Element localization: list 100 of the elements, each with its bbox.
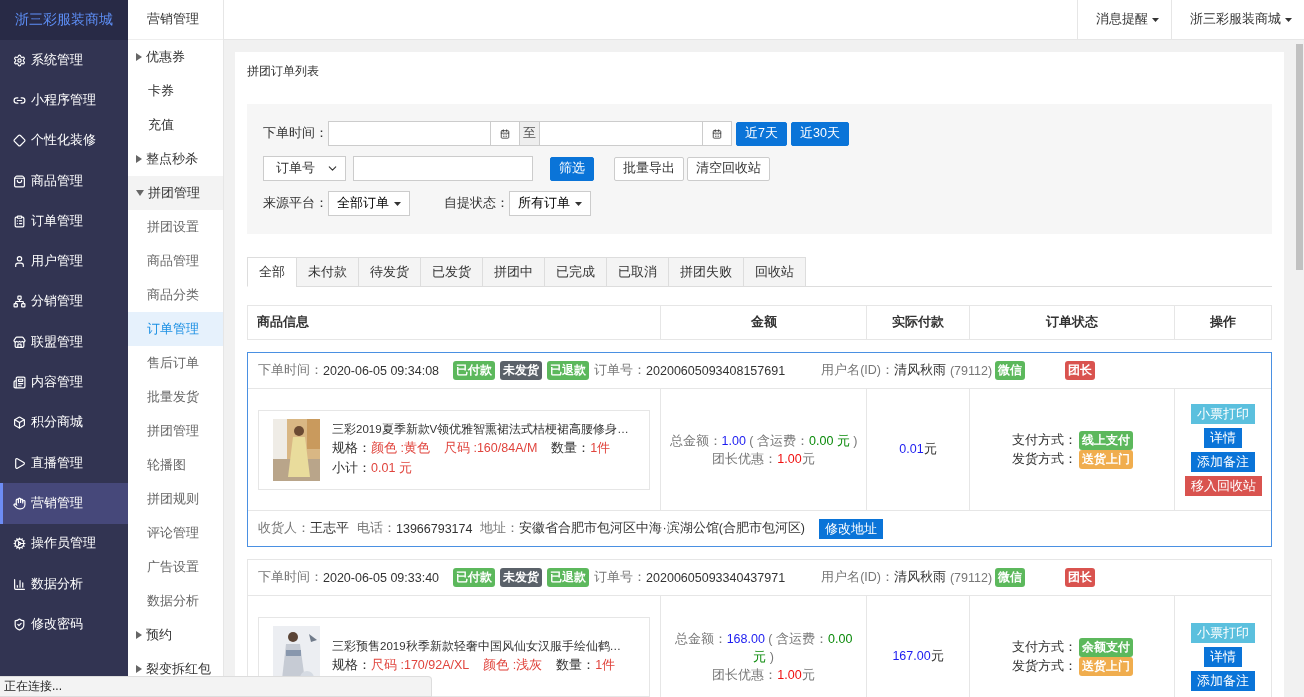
- store-icon: [13, 335, 26, 349]
- submenu-item[interactable]: 轮播图: [128, 448, 223, 482]
- submenu-item[interactable]: 拼团管理: [128, 414, 223, 448]
- submenu-item[interactable]: 商品分类: [128, 278, 223, 312]
- tab[interactable]: 拼团失败: [668, 257, 744, 287]
- amount-text: 总金额：1.00 ( 含运费：0.00 元 ) 团长优惠：1.00元: [668, 432, 859, 468]
- end-date-field[interactable]: [540, 121, 703, 146]
- page-title: 拼团订单列表: [247, 62, 320, 80]
- tab[interactable]: 未付款: [296, 257, 359, 287]
- clipboard-icon: [13, 214, 26, 228]
- submenu-item[interactable]: 商品管理: [128, 244, 223, 278]
- sidebar-item[interactable]: 数据分析: [0, 563, 128, 605]
- order-action-button[interactable]: 添加备注: [1191, 670, 1255, 691]
- tab[interactable]: 全部: [247, 257, 297, 287]
- payment-method-label: 支付方式：: [1011, 638, 1077, 656]
- spec-label: 规格：: [332, 440, 371, 457]
- order-number: 20200605093340437971: [646, 570, 786, 585]
- sidebar-item[interactable]: 分销管理: [0, 281, 128, 323]
- address-label: 地址：: [480, 520, 520, 537]
- order-action-button[interactable]: 移入回收站: [1184, 475, 1262, 496]
- edit-address-button[interactable]: 修改地址: [819, 518, 883, 539]
- sidebar-item[interactable]: 个性化装修: [0, 120, 128, 161]
- submenu-item[interactable]: 批量发货: [128, 380, 223, 414]
- quantity: 1件: [595, 657, 616, 674]
- play-icon: [13, 456, 26, 470]
- calendar-icon: [500, 128, 510, 139]
- sidebar-item[interactable]: 修改密码: [0, 604, 128, 645]
- product-title: 三彩预售2019秋季新款轻奢中国风仙女汉服手绘仙鹤…: [332, 639, 622, 654]
- submenu-item[interactable]: 拼团设置: [128, 210, 223, 244]
- shield-check-icon: [13, 617, 26, 631]
- order-time: 2020-06-05 09:34:08: [323, 363, 440, 378]
- sidebar-item[interactable]: 系统管理: [0, 40, 128, 81]
- submenu-group[interactable]: 优惠券: [128, 40, 223, 74]
- caret-down-icon: [394, 201, 401, 206]
- sidebar-item[interactable]: 小程序管理: [0, 80, 128, 121]
- filter-button[interactable]: 筛选: [550, 156, 594, 181]
- tab[interactable]: 已完成: [544, 257, 607, 287]
- username-label: 用户名(ID)：: [821, 362, 894, 379]
- calendar-button[interactable]: [703, 121, 732, 146]
- user-id: (79112): [949, 363, 993, 378]
- sidebar-item[interactable]: 积分商城: [0, 402, 128, 443]
- submenu-item[interactable]: 售后订单: [128, 346, 223, 380]
- order-action-button[interactable]: 添加备注: [1191, 451, 1255, 472]
- top-menu[interactable]: 消息提醒: [1077, 0, 1171, 39]
- tab[interactable]: 待发货: [358, 257, 421, 287]
- submenu-item[interactable]: 评论管理: [128, 516, 223, 550]
- top-menu[interactable]: 浙三彩服装商城: [1171, 0, 1304, 39]
- bag-icon: [13, 174, 26, 188]
- quick-range-button[interactable]: 近7天: [736, 121, 787, 146]
- user-badge: 微信: [995, 568, 1026, 587]
- sidebar-item[interactable]: 商品管理: [0, 160, 128, 202]
- order-action-button[interactable]: 详情: [1204, 646, 1242, 667]
- submenu-title: 营销管理: [128, 0, 223, 40]
- field-label: 下单时间：: [263, 125, 328, 142]
- sidebar-item[interactable]: 直播管理: [0, 442, 128, 484]
- sidebar-item[interactable]: 用户管理: [0, 241, 128, 282]
- sidebar-item[interactable]: 操作员管理: [0, 523, 128, 564]
- source-dropdown[interactable]: 全部订单: [328, 191, 410, 216]
- submenu-item[interactable]: 数据分析: [128, 584, 223, 618]
- submenu-item[interactable]: 卡券: [128, 74, 223, 108]
- sidebar-item[interactable]: 联盟管理: [0, 322, 128, 363]
- start-date-field[interactable]: [328, 121, 491, 146]
- paid-amount: 0.01元: [899, 441, 937, 458]
- order-number-label: 订单号：: [594, 362, 647, 379]
- cube-icon: [13, 416, 26, 430]
- action-button[interactable]: 批量导出: [614, 156, 684, 181]
- order-time-label: 下单时间：: [258, 362, 323, 379]
- sidebar-item[interactable]: 营销管理: [0, 483, 128, 524]
- tab[interactable]: 回收站: [743, 257, 806, 287]
- calendar-button[interactable]: [491, 121, 520, 146]
- address: 安徽省合肥市包河区中海·滨湖公馆(合肥市包河区): [519, 520, 805, 537]
- caret-down-icon: [1152, 17, 1159, 22]
- phone-label: 电话：: [357, 520, 396, 537]
- tab[interactable]: 拼团中: [482, 257, 545, 287]
- column-header: 金额: [660, 306, 866, 339]
- submenu-group[interactable]: 整点秒杀: [128, 142, 223, 176]
- sidebar-item[interactable]: 订单管理: [0, 201, 128, 242]
- submenu-group[interactable]: 预约: [128, 618, 223, 652]
- order-action-button[interactable]: 详情: [1204, 427, 1242, 448]
- submenu-item[interactable]: 充值: [128, 108, 223, 142]
- action-button[interactable]: 清空回收站: [687, 156, 770, 181]
- caret-right-icon: [136, 665, 142, 673]
- spec-value: 颜色 :黄色: [371, 440, 430, 457]
- tab[interactable]: 已发货: [420, 257, 483, 287]
- diamond-icon: [13, 134, 26, 148]
- submenu-group[interactable]: 拼团管理: [128, 176, 223, 210]
- search-field[interactable]: [353, 156, 533, 181]
- submenu-item[interactable]: 广告设置: [128, 550, 223, 584]
- status-badge: 未发货: [500, 568, 543, 587]
- caret-right-icon: [136, 631, 142, 639]
- quick-range-button[interactable]: 近30天: [790, 121, 849, 146]
- submenu-item[interactable]: 拼团规则: [128, 482, 223, 516]
- username: 清风秋雨: [893, 569, 946, 586]
- calendar-icon: [712, 128, 722, 139]
- pickup-dropdown[interactable]: 所有订单: [509, 191, 591, 216]
- hierarchy-icon: [13, 295, 26, 309]
- range-separator: 至: [520, 121, 540, 146]
- tab[interactable]: 已取消: [606, 257, 669, 287]
- search-type-select[interactable]: 订单号: [263, 156, 346, 181]
- sidebar-item[interactable]: 内容管理: [0, 362, 128, 403]
